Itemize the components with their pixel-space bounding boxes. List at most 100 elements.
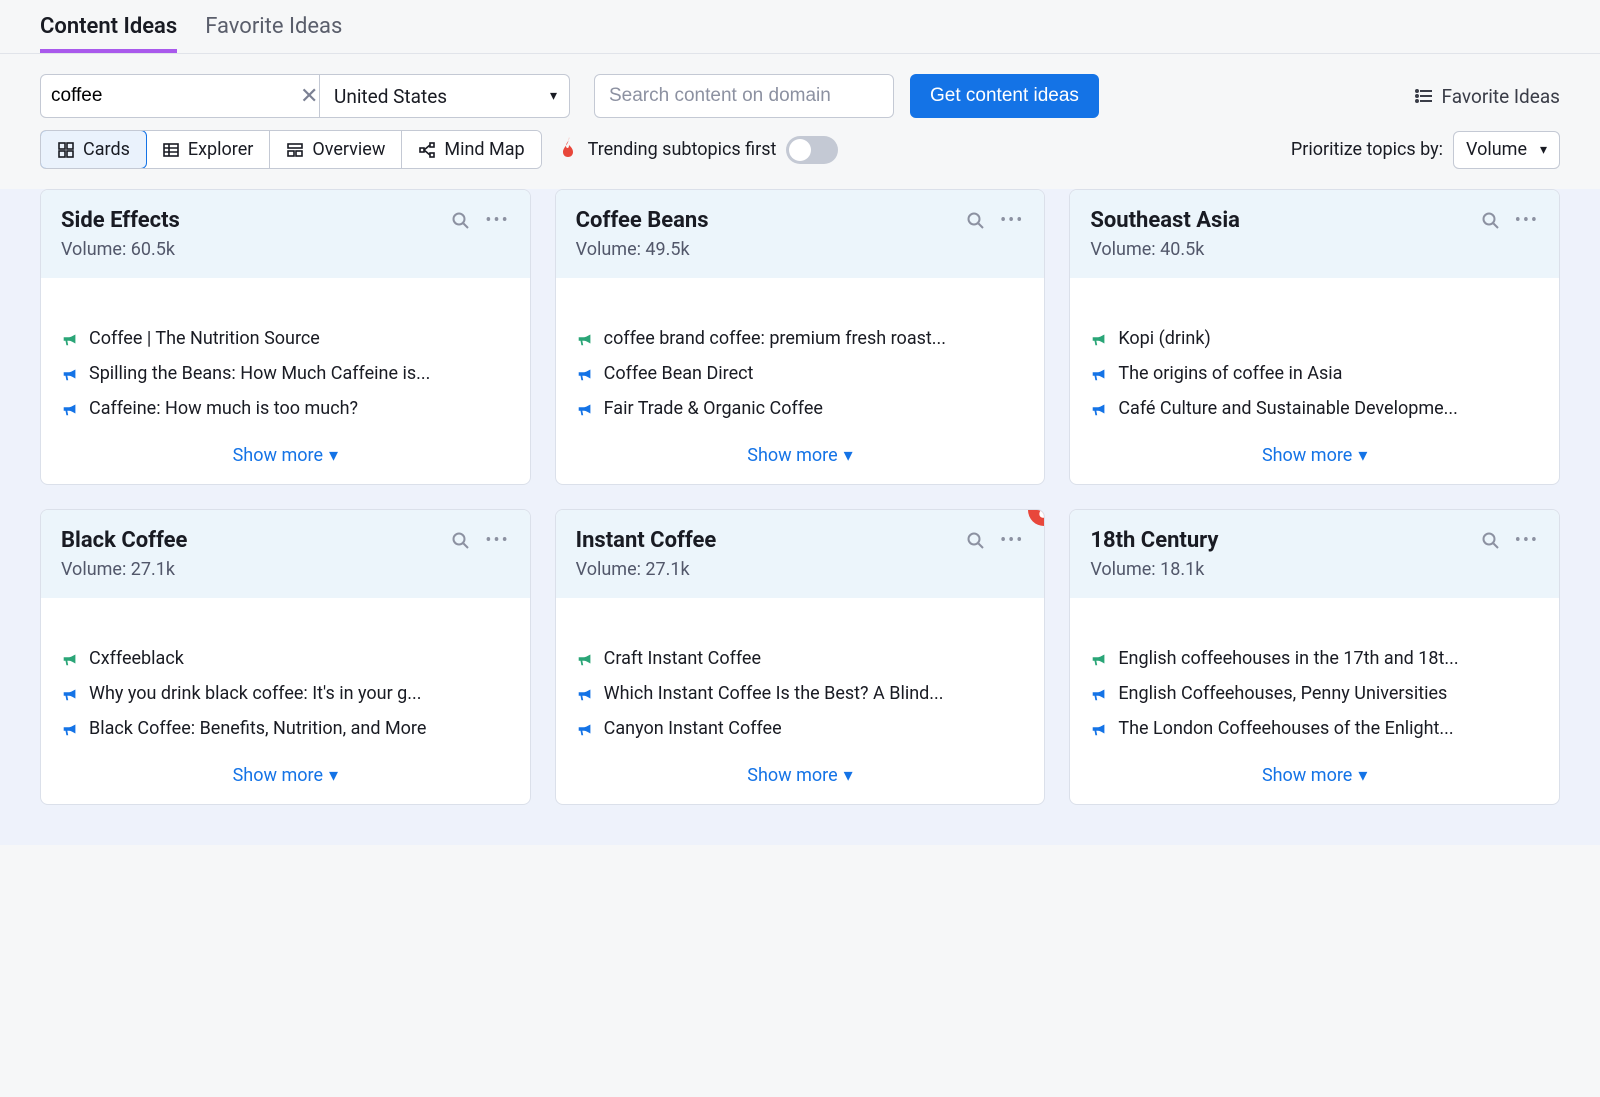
card-title: Black Coffee: [61, 528, 187, 553]
card-header: Southeast Asia•••Volume: 40.5k: [1070, 190, 1559, 278]
card-header: Coffee Beans•••Volume: 49.5k: [556, 190, 1045, 278]
card-actions: •••: [1481, 210, 1539, 231]
trending-toggle-wrap: Trending subtopics first: [560, 136, 839, 164]
idea-row[interactable]: The origins of coffee in Asia: [1090, 363, 1539, 384]
prioritize-select[interactable]: Volume ▾: [1453, 131, 1560, 169]
idea-row[interactable]: Black Coffee: Benefits, Nutrition, and M…: [61, 718, 510, 739]
view-cards[interactable]: Cards: [40, 130, 147, 169]
card-actions: •••: [1481, 530, 1539, 551]
idea-row[interactable]: English coffeehouses in the 17th and 18t…: [1090, 648, 1539, 669]
view-mindmap[interactable]: Mind Map: [402, 131, 540, 168]
card-title: 18th Century: [1090, 528, 1218, 553]
idea-row[interactable]: coffee brand coffee: premium fresh roast…: [576, 328, 1025, 349]
domain-search-input[interactable]: [594, 74, 894, 118]
idea-row[interactable]: Fair Trade & Organic Coffee: [576, 398, 1025, 419]
idea-text: Spilling the Beans: How Much Caffeine is…: [89, 363, 430, 384]
idea-row[interactable]: The London Coffeehouses of the Enlight..…: [1090, 718, 1539, 739]
idea-row[interactable]: Which Instant Coffee Is the Best? A Blin…: [576, 683, 1025, 704]
search-icon[interactable]: [1481, 531, 1501, 551]
prioritize-value: Volume: [1466, 139, 1527, 160]
country-value: United States: [334, 85, 447, 108]
chevron-down-icon: ▾: [1358, 765, 1367, 786]
card-body: Kopi (drink) The origins of coffee in Asi…: [1070, 278, 1559, 429]
show-more-button[interactable]: Show more▾: [556, 429, 1045, 484]
bullhorn-icon: [61, 330, 79, 348]
idea-row[interactable]: Craft Instant Coffee: [576, 648, 1025, 669]
bullhorn-icon: [61, 365, 79, 383]
clear-keyword-icon[interactable]: ✕: [296, 84, 322, 109]
idea-row[interactable]: Coffee | The Nutrition Source: [61, 328, 510, 349]
chevron-down-icon: ▾: [1358, 445, 1367, 466]
trending-toggle[interactable]: [786, 136, 838, 164]
top-tabs: Content Ideas Favorite Ideas: [0, 0, 1600, 54]
idea-row[interactable]: Café Culture and Sustainable Developme..…: [1090, 398, 1539, 419]
card-body: Craft Instant Coffee Which Instant Coffee…: [556, 598, 1045, 749]
show-more-button[interactable]: Show more▾: [556, 749, 1045, 804]
view-switch: Cards Explorer Overview Mind Map: [40, 130, 542, 169]
idea-row[interactable]: Why you drink black coffee: It's in your…: [61, 683, 510, 704]
card-body: English coffeehouses in the 17th and 18t…: [1070, 598, 1559, 749]
card-volume: Volume: 49.5k: [576, 239, 1025, 260]
idea-row[interactable]: Canyon Instant Coffee: [576, 718, 1025, 739]
more-icon[interactable]: •••: [1000, 530, 1024, 551]
bullhorn-icon: [1090, 685, 1108, 703]
bullhorn-icon: [1090, 650, 1108, 668]
more-icon[interactable]: •••: [1515, 530, 1539, 551]
more-icon[interactable]: •••: [1515, 210, 1539, 231]
search-icon[interactable]: [451, 211, 471, 231]
more-icon[interactable]: •••: [485, 530, 509, 551]
idea-text: Caffeine: How much is too much?: [89, 398, 358, 419]
idea-row[interactable]: English Coffeehouses, Penny Universities: [1090, 683, 1539, 704]
more-icon[interactable]: •••: [485, 210, 509, 231]
idea-row[interactable]: Caffeine: How much is too much?: [61, 398, 510, 419]
card-volume: Volume: 18.1k: [1090, 559, 1539, 580]
bullhorn-icon: [1090, 365, 1108, 383]
bullhorn-icon: [1090, 720, 1108, 738]
keyword-input[interactable]: [51, 85, 296, 107]
show-more-label: Show more: [747, 445, 837, 466]
cards-icon: [57, 141, 75, 159]
idea-text: Coffee | The Nutrition Source: [89, 328, 320, 349]
list-icon: [1414, 86, 1434, 106]
bullhorn-icon: [576, 365, 594, 383]
bullhorn-icon: [61, 720, 79, 738]
idea-row[interactable]: Spilling the Beans: How Much Caffeine is…: [61, 363, 510, 384]
table-icon: [162, 141, 180, 159]
prioritize-wrap: Prioritize topics by: Volume ▾: [1291, 131, 1560, 169]
search-icon[interactable]: [451, 531, 471, 551]
topic-card: Southeast Asia•••Volume: 40.5kKopi (drin…: [1069, 189, 1560, 485]
idea-row[interactable]: Cxffeeblack: [61, 648, 510, 669]
idea-row[interactable]: Kopi (drink): [1090, 328, 1539, 349]
search-icon[interactable]: [966, 211, 986, 231]
card-title: Southeast Asia: [1090, 208, 1240, 233]
show-more-button[interactable]: Show more▾: [41, 749, 530, 804]
bullhorn-icon: [61, 650, 79, 668]
card-body: Coffee | The Nutrition Source Spilling th…: [41, 278, 530, 429]
bullhorn-icon: [1090, 400, 1108, 418]
search-icon[interactable]: [1481, 211, 1501, 231]
tab-favorite-ideas[interactable]: Favorite Ideas: [205, 14, 342, 53]
bullhorn-icon: [576, 650, 594, 668]
view-overview[interactable]: Overview: [270, 131, 402, 168]
card-title: Instant Coffee: [576, 528, 717, 553]
more-icon[interactable]: •••: [1000, 210, 1024, 231]
view-explorer-label: Explorer: [188, 139, 254, 160]
show-more-button[interactable]: Show more▾: [41, 429, 530, 484]
view-explorer[interactable]: Explorer: [146, 131, 271, 168]
card-actions: •••: [451, 210, 509, 231]
show-more-label: Show more: [233, 765, 323, 786]
idea-row[interactable]: Coffee Bean Direct: [576, 363, 1025, 384]
idea-text: The London Coffeehouses of the Enlight..…: [1118, 718, 1453, 739]
show-more-button[interactable]: Show more▾: [1070, 429, 1559, 484]
topic-card: Side Effects•••Volume: 60.5kCoffee | The…: [40, 189, 531, 485]
get-content-ideas-button[interactable]: Get content ideas: [910, 74, 1099, 118]
country-select[interactable]: United States ▾: [320, 74, 570, 118]
card-volume: Volume: 27.1k: [576, 559, 1025, 580]
show-more-button[interactable]: Show more▾: [1070, 749, 1559, 804]
card-header: Side Effects•••Volume: 60.5k: [41, 190, 530, 278]
favorite-ideas-link[interactable]: Favorite Ideas: [1414, 85, 1560, 108]
search-icon[interactable]: [966, 531, 986, 551]
tab-content-ideas[interactable]: Content Ideas: [40, 14, 177, 53]
card-body: Cxffeeblack Why you drink black coffee: I…: [41, 598, 530, 749]
overview-icon: [286, 141, 304, 159]
